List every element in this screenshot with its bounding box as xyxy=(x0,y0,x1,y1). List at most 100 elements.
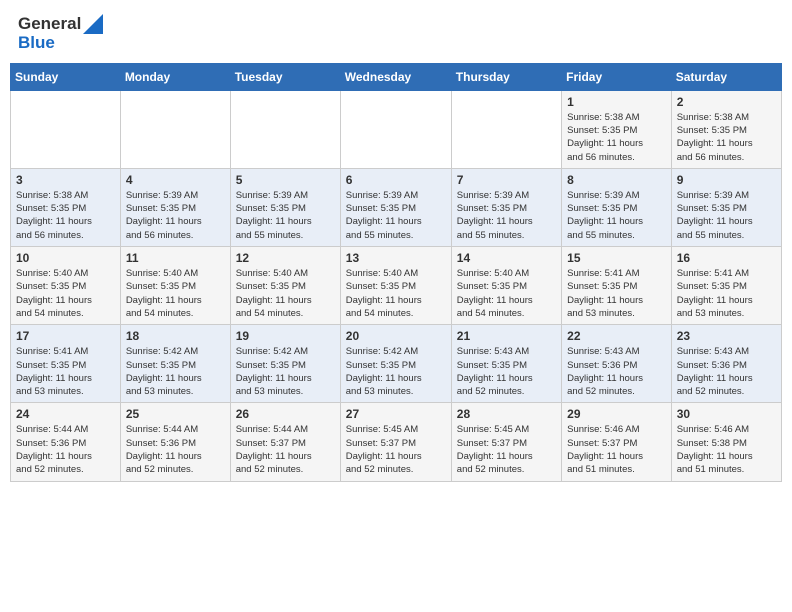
day-info: Sunrise: 5:46 AMSunset: 5:38 PMDaylight:… xyxy=(677,423,776,476)
weekday-header: Saturday xyxy=(671,63,781,90)
calendar-week-row: 10 Sunrise: 5:40 AMSunset: 5:35 PMDayligh… xyxy=(11,247,782,325)
calendar-cell: 18 Sunrise: 5:42 AMSunset: 5:35 PMDayligh… xyxy=(120,325,230,403)
day-info: Sunrise: 5:43 AMSunset: 5:36 PMDaylight:… xyxy=(677,345,776,398)
day-info: Sunrise: 5:44 AMSunset: 5:36 PMDaylight:… xyxy=(16,423,115,476)
calendar-cell: 9 Sunrise: 5:39 AMSunset: 5:35 PMDaylight… xyxy=(671,168,781,246)
calendar-cell: 3Sunrise: 5:38 AMSunset: 5:35 PMDaylight… xyxy=(11,168,121,246)
calendar-cell: 8 Sunrise: 5:39 AMSunset: 5:35 PMDaylight… xyxy=(562,168,672,246)
day-number: 17 xyxy=(16,329,115,343)
day-info: Sunrise: 5:46 AMSunset: 5:37 PMDaylight:… xyxy=(567,423,666,476)
calendar-cell: 13Sunrise: 5:40 AMSunset: 5:35 PMDayligh… xyxy=(340,247,451,325)
day-info: Sunrise: 5:45 AMSunset: 5:37 PMDaylight:… xyxy=(457,423,556,476)
calendar-cell: 11Sunrise: 5:40 AMSunset: 5:35 PMDayligh… xyxy=(120,247,230,325)
calendar-cell: 26 Sunrise: 5:44 AMSunset: 5:37 PMDayligh… xyxy=(230,403,340,481)
weekday-header: Sunday xyxy=(11,63,121,90)
day-info: Sunrise: 5:39 AMSunset: 5:35 PMDaylight:… xyxy=(567,189,666,242)
day-number: 30 xyxy=(677,407,776,421)
weekday-header: Thursday xyxy=(451,63,561,90)
calendar-cell: 25Sunrise: 5:44 AMSunset: 5:36 PMDayligh… xyxy=(120,403,230,481)
day-number: 13 xyxy=(346,251,446,265)
day-number: 29 xyxy=(567,407,666,421)
calendar-cell xyxy=(340,90,451,168)
calendar-cell: 1 Sunrise: 5:38 AMSunset: 5:35 PMDaylight… xyxy=(562,90,672,168)
day-number: 15 xyxy=(567,251,666,265)
calendar-cell: 15 Sunrise: 5:41 AMSunset: 5:35 PMDayligh… xyxy=(562,247,672,325)
calendar-week-row: 17 Sunrise: 5:41 AMSunset: 5:35 PMDayligh… xyxy=(11,325,782,403)
calendar-cell: 29 Sunrise: 5:46 AMSunset: 5:37 PMDayligh… xyxy=(562,403,672,481)
calendar-cell: 24Sunrise: 5:44 AMSunset: 5:36 PMDayligh… xyxy=(11,403,121,481)
calendar-cell xyxy=(230,90,340,168)
logo: General Blue xyxy=(18,14,103,53)
day-info: Sunrise: 5:43 AMSunset: 5:36 PMDaylight:… xyxy=(567,345,666,398)
day-info: Sunrise: 5:45 AMSunset: 5:37 PMDaylight:… xyxy=(346,423,446,476)
calendar-cell: 14 Sunrise: 5:40 AMSunset: 5:35 PMDayligh… xyxy=(451,247,561,325)
calendar-cell xyxy=(120,90,230,168)
day-number: 19 xyxy=(236,329,335,343)
calendar-cell: 23 Sunrise: 5:43 AMSunset: 5:36 PMDayligh… xyxy=(671,325,781,403)
day-info: Sunrise: 5:43 AMSunset: 5:35 PMDaylight:… xyxy=(457,345,556,398)
calendar-header-row: SundayMondayTuesdayWednesdayThursdayFrid… xyxy=(11,63,782,90)
logo-blue: Blue xyxy=(18,34,103,53)
day-number: 26 xyxy=(236,407,335,421)
calendar-cell xyxy=(451,90,561,168)
day-info: Sunrise: 5:39 AMSunset: 5:35 PMDaylight:… xyxy=(126,189,225,242)
day-number: 8 xyxy=(567,173,666,187)
day-number: 27 xyxy=(346,407,446,421)
day-number: 5 xyxy=(236,173,335,187)
calendar-cell: 27 Sunrise: 5:45 AMSunset: 5:37 PMDayligh… xyxy=(340,403,451,481)
day-number: 21 xyxy=(457,329,556,343)
day-info: Sunrise: 5:38 AMSunset: 5:35 PMDaylight:… xyxy=(567,111,666,164)
weekday-header: Friday xyxy=(562,63,672,90)
page-header: General Blue xyxy=(10,10,782,57)
calendar-cell: 22 Sunrise: 5:43 AMSunset: 5:36 PMDayligh… xyxy=(562,325,672,403)
day-info: Sunrise: 5:42 AMSunset: 5:35 PMDaylight:… xyxy=(346,345,446,398)
day-info: Sunrise: 5:42 AMSunset: 5:35 PMDaylight:… xyxy=(126,345,225,398)
calendar-cell: 4 Sunrise: 5:39 AMSunset: 5:35 PMDaylight… xyxy=(120,168,230,246)
day-number: 25 xyxy=(126,407,225,421)
day-number: 1 xyxy=(567,95,666,109)
day-number: 12 xyxy=(236,251,335,265)
day-number: 10 xyxy=(16,251,115,265)
day-info: Sunrise: 5:40 AMSunset: 5:35 PMDaylight:… xyxy=(457,267,556,320)
calendar-cell: 28 Sunrise: 5:45 AMSunset: 5:37 PMDayligh… xyxy=(451,403,561,481)
day-info: Sunrise: 5:42 AMSunset: 5:35 PMDaylight:… xyxy=(236,345,335,398)
day-info: Sunrise: 5:41 AMSunset: 5:35 PMDaylight:… xyxy=(567,267,666,320)
day-info: Sunrise: 5:40 AMSunset: 5:35 PMDaylight:… xyxy=(236,267,335,320)
calendar-cell xyxy=(11,90,121,168)
day-number: 4 xyxy=(126,173,225,187)
day-info: Sunrise: 5:38 AMSunset: 5:35 PMDaylight:… xyxy=(677,111,776,164)
day-info: Sunrise: 5:41 AMSunset: 5:35 PMDaylight:… xyxy=(677,267,776,320)
calendar-cell: 21 Sunrise: 5:43 AMSunset: 5:35 PMDayligh… xyxy=(451,325,561,403)
day-number: 18 xyxy=(126,329,225,343)
calendar-cell: 2Sunrise: 5:38 AMSunset: 5:35 PMDaylight… xyxy=(671,90,781,168)
day-info: Sunrise: 5:39 AMSunset: 5:35 PMDaylight:… xyxy=(677,189,776,242)
calendar-week-row: 1 Sunrise: 5:38 AMSunset: 5:35 PMDaylight… xyxy=(11,90,782,168)
day-number: 16 xyxy=(677,251,776,265)
day-number: 23 xyxy=(677,329,776,343)
weekday-header: Monday xyxy=(120,63,230,90)
calendar-cell: 16 Sunrise: 5:41 AMSunset: 5:35 PMDayligh… xyxy=(671,247,781,325)
day-number: 9 xyxy=(677,173,776,187)
day-info: Sunrise: 5:39 AMSunset: 5:35 PMDaylight:… xyxy=(236,189,335,242)
day-info: Sunrise: 5:41 AMSunset: 5:35 PMDaylight:… xyxy=(16,345,115,398)
weekday-header: Wednesday xyxy=(340,63,451,90)
logo-general: General xyxy=(18,15,81,34)
day-number: 28 xyxy=(457,407,556,421)
calendar-cell: 7Sunrise: 5:39 AMSunset: 5:35 PMDaylight… xyxy=(451,168,561,246)
day-info: Sunrise: 5:40 AMSunset: 5:35 PMDaylight:… xyxy=(16,267,115,320)
weekday-header: Tuesday xyxy=(230,63,340,90)
day-number: 22 xyxy=(567,329,666,343)
calendar-cell: 17 Sunrise: 5:41 AMSunset: 5:35 PMDayligh… xyxy=(11,325,121,403)
day-info: Sunrise: 5:39 AMSunset: 5:35 PMDaylight:… xyxy=(346,189,446,242)
day-info: Sunrise: 5:40 AMSunset: 5:35 PMDaylight:… xyxy=(126,267,225,320)
calendar-cell: 10 Sunrise: 5:40 AMSunset: 5:35 PMDayligh… xyxy=(11,247,121,325)
day-number: 20 xyxy=(346,329,446,343)
day-info: Sunrise: 5:44 AMSunset: 5:37 PMDaylight:… xyxy=(236,423,335,476)
day-number: 7 xyxy=(457,173,556,187)
day-number: 14 xyxy=(457,251,556,265)
calendar-week-row: 24Sunrise: 5:44 AMSunset: 5:36 PMDayligh… xyxy=(11,403,782,481)
calendar-cell: 5 Sunrise: 5:39 AMSunset: 5:35 PMDaylight… xyxy=(230,168,340,246)
calendar-table: SundayMondayTuesdayWednesdayThursdayFrid… xyxy=(10,63,782,482)
calendar-cell: 30 Sunrise: 5:46 AMSunset: 5:38 PMDayligh… xyxy=(671,403,781,481)
calendar-cell: 6Sunrise: 5:39 AMSunset: 5:35 PMDaylight… xyxy=(340,168,451,246)
